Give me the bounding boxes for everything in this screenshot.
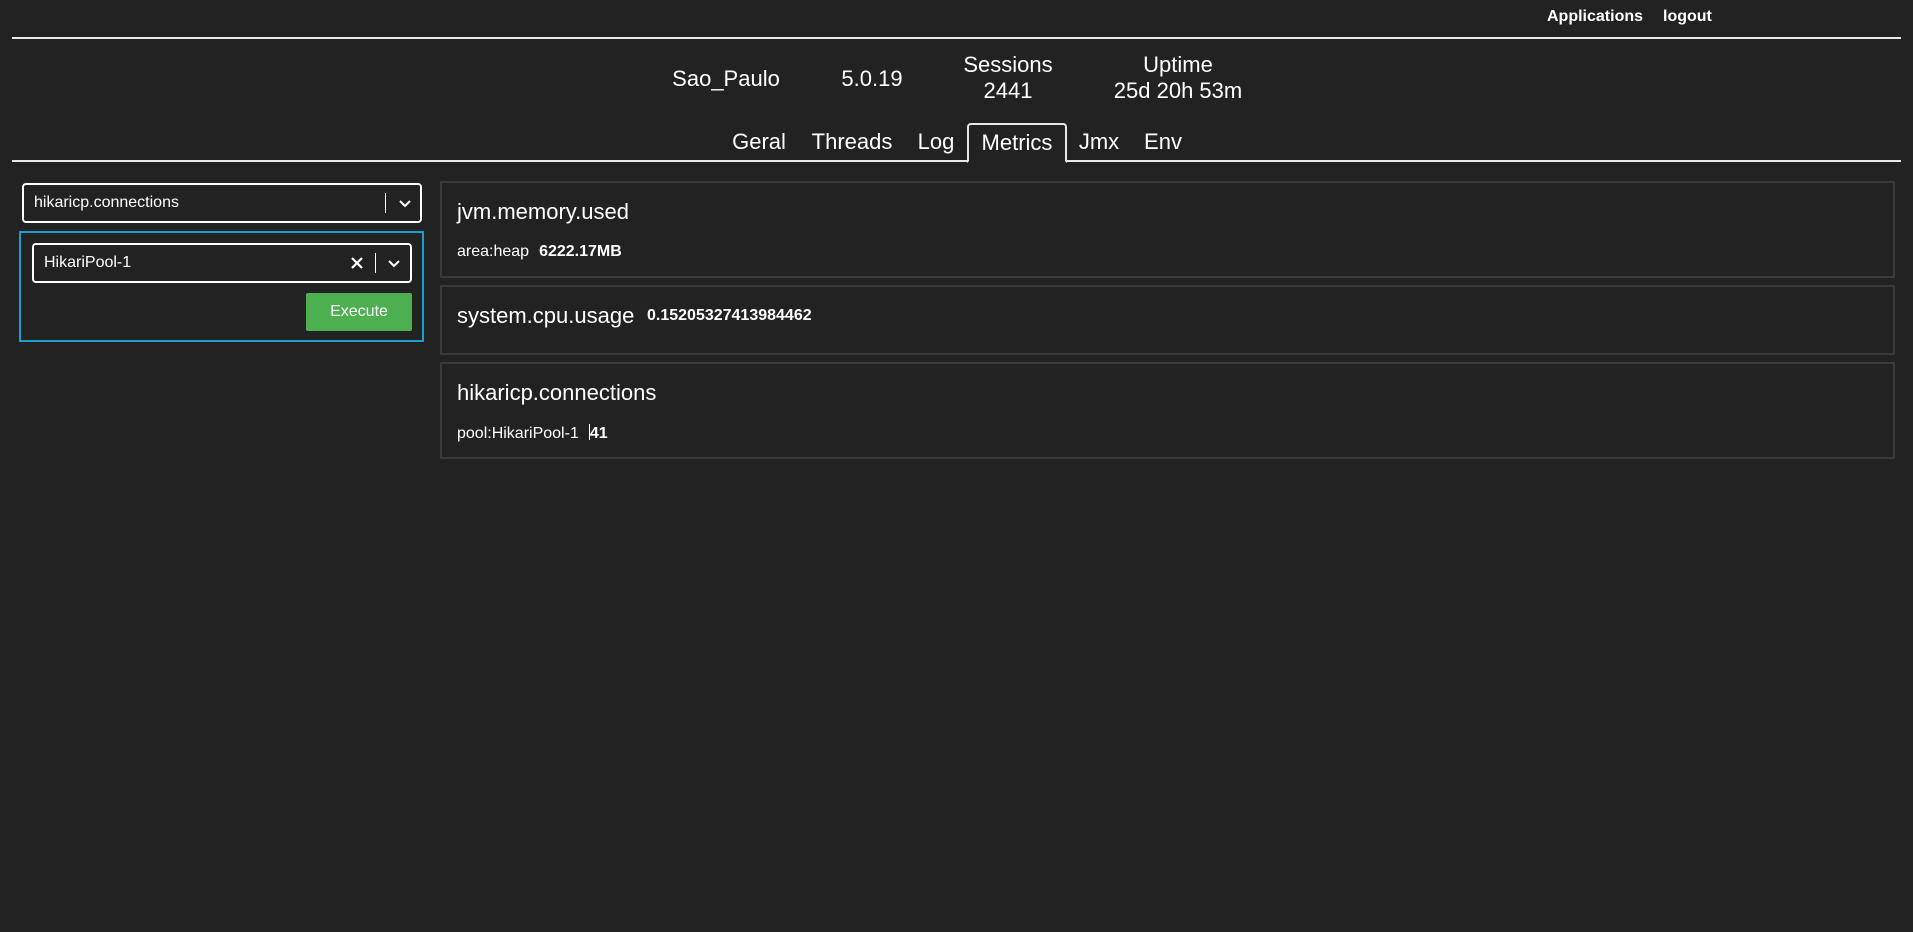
metric-card-hikaricp-connections: hikaricp.connections pool:HikariPool-1 41 — [440, 362, 1895, 459]
uptime-label: Uptime — [1143, 52, 1213, 77]
execute-button[interactable]: Execute — [306, 293, 412, 331]
logout-link[interactable]: logout — [1663, 8, 1712, 26]
uptime-stat: Uptime 25d 20h 53m — [1098, 52, 1258, 104]
tab-jmx[interactable]: Jmx — [1073, 124, 1125, 160]
chevron-down-icon[interactable] — [395, 193, 415, 213]
metric-card-jvm-memory-used: jvm.memory.used area:heap 6222.17MB — [440, 181, 1895, 278]
metric-select-value: hikaricp.connections — [34, 194, 179, 211]
tab-log[interactable]: Log — [910, 124, 962, 160]
metric-name: jvm.memory.used — [457, 199, 629, 224]
chevron-down-icon[interactable] — [384, 253, 404, 273]
top-navigation: Applications logout — [0, 0, 1913, 36]
instance-name: Sao_Paulo — [672, 66, 780, 91]
version-label: 5.0.19 — [841, 66, 903, 91]
tab-divider — [12, 160, 1901, 162]
metric-select[interactable]: hikaricp.connections — [22, 183, 422, 223]
metric-value: 6222.17MB — [539, 243, 622, 260]
select-separator — [385, 193, 386, 213]
applications-link[interactable]: Applications — [1547, 8, 1643, 26]
header-divider — [12, 37, 1901, 39]
sessions-label: Sessions — [963, 52, 1053, 77]
tab-geral[interactable]: Geral — [724, 124, 794, 160]
metric-tag-row: pool:HikariPool-1 41 — [457, 424, 608, 443]
metric-name: system.cpu.usage — [457, 303, 635, 328]
sessions-stat: Sessions 2441 — [948, 52, 1068, 104]
metric-tag-row: area:heap 6222.17MB — [457, 243, 622, 261]
tab-threads[interactable]: Threads — [804, 124, 900, 160]
metric-tag: area:heap — [457, 243, 530, 260]
metric-value: 0.15205327413984462 — [647, 307, 812, 324]
metric-name: hikaricp.connections — [457, 380, 657, 405]
metric-value: 41 — [589, 425, 608, 442]
tab-bar: Geral Threads Log Metrics Jmx Env — [0, 123, 1913, 164]
tag-select[interactable]: HikariPool-1 — [32, 243, 412, 283]
select-separator — [375, 253, 376, 273]
tab-env[interactable]: Env — [1135, 124, 1191, 160]
metric-card-system-cpu-usage: system.cpu.usage 0.15205327413984462 — [440, 285, 1895, 355]
tab-metrics[interactable]: Metrics — [967, 123, 1067, 163]
close-icon[interactable] — [349, 255, 365, 271]
uptime-value: 25d 20h 53m — [1113, 78, 1243, 103]
sessions-value: 2441 — [983, 78, 1033, 103]
metric-tag: pool:HikariPool-1 — [457, 425, 579, 442]
tag-select-value: HikariPool-1 — [44, 254, 132, 271]
